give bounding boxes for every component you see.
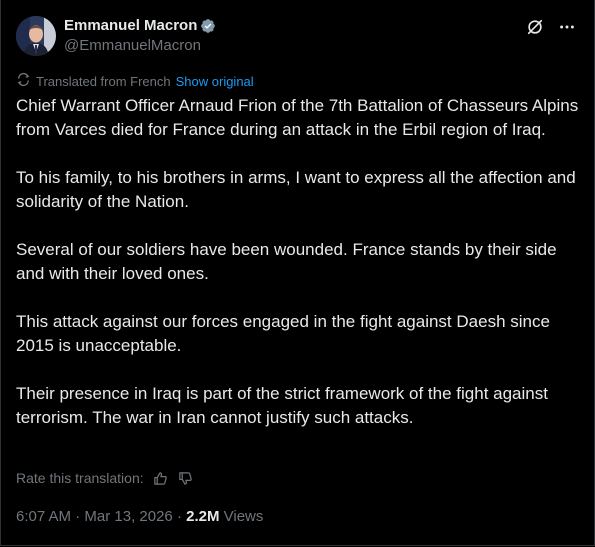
tweet-paragraph: Their presence in Iraq is part of the st… <box>16 384 548 427</box>
separator: · <box>71 508 85 525</box>
thumbs-up-icon[interactable] <box>153 470 169 486</box>
display-name[interactable]: Emmanuel Macron <box>64 16 197 36</box>
views-count: 2.2M <box>186 508 220 525</box>
grok-icon[interactable] <box>524 16 546 38</box>
rate-translation: Rate this translation: <box>16 468 194 488</box>
show-original-link[interactable]: Show original <box>176 73 254 91</box>
tweet-card: Emmanuel Macron @EmmanuelMacron Translat… <box>0 0 595 546</box>
header-actions <box>514 16 578 38</box>
handle[interactable]: @EmmanuelMacron <box>64 36 216 56</box>
verified-badge-icon[interactable] <box>200 18 216 34</box>
rate-label: Rate this translation: <box>16 470 144 486</box>
author-info: Emmanuel Macron @EmmanuelMacron <box>64 16 216 56</box>
separator: · <box>172 508 187 525</box>
avatar[interactable] <box>16 16 56 56</box>
tweet-time[interactable]: 6:07 AM <box>16 508 71 525</box>
translated-label: Translated from French <box>36 74 171 89</box>
tweet-header: Emmanuel Macron @EmmanuelMacron <box>16 14 582 58</box>
translate-icon <box>16 72 31 92</box>
tweet-meta: 6:07 AM · Mar 13, 2026 · 2.2M Views <box>16 507 263 527</box>
tweet-date[interactable]: Mar 13, 2026 <box>84 508 172 525</box>
translation-notice: Translated from French Show original <box>16 72 254 92</box>
tweet-paragraph: Several of our soldiers have been wounde… <box>16 240 557 283</box>
avatar-image <box>16 16 56 56</box>
name-row: Emmanuel Macron <box>64 16 216 36</box>
views-label: Views <box>219 508 264 525</box>
tweet-paragraph: Chief Warrant Officer Arnaud Frion of th… <box>16 96 579 139</box>
thumbs-down-icon[interactable] <box>178 470 194 486</box>
tweet-paragraph: This attack against our forces engaged i… <box>16 312 550 355</box>
tweet-paragraph: To his family, to his brothers in arms, … <box>16 168 576 211</box>
tweet-text: Chief Warrant Officer Arnaud Frion of th… <box>16 94 581 454</box>
more-icon[interactable] <box>556 16 578 38</box>
